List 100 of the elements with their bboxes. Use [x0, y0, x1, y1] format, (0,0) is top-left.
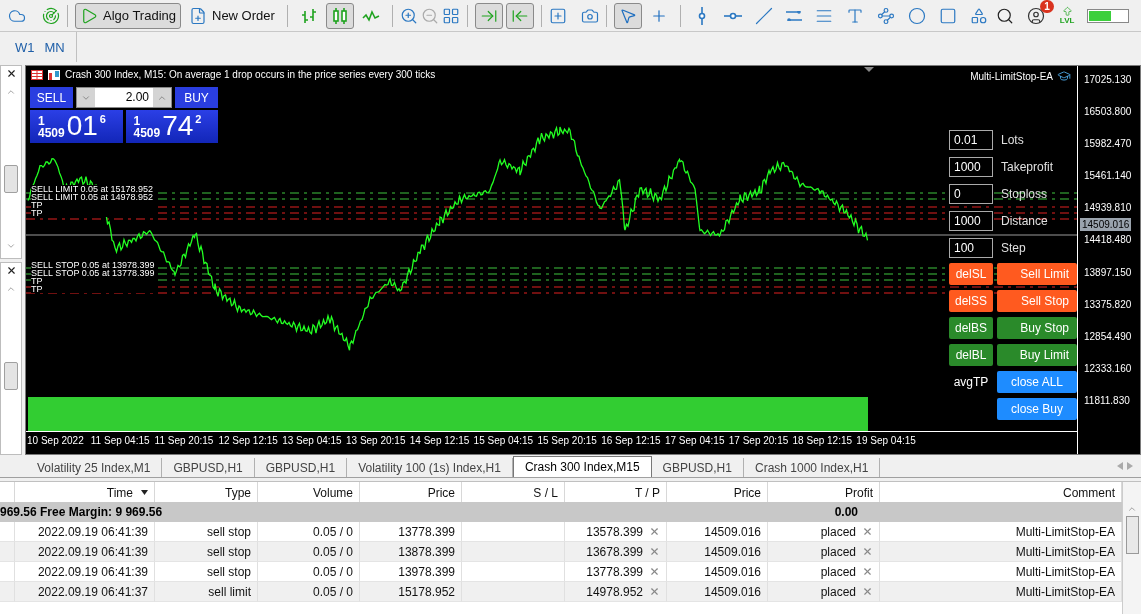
square-plus-icon: [548, 6, 567, 25]
close-icon[interactable]: [649, 546, 660, 557]
chart-tab[interactable]: Volatility 25 Index,M1: [26, 458, 163, 477]
chart-tab[interactable]: GBPUSD,H1: [651, 458, 744, 477]
time-axis-label: 19 Sep 04:15: [856, 434, 917, 448]
table-cell: 15178.952: [360, 582, 462, 602]
cursor-tool-button[interactable]: [613, 2, 642, 29]
price-axis-label: 16503.800: [1083, 106, 1133, 119]
close-icon[interactable]: [862, 526, 873, 537]
algo-trading-button[interactable]: Algo Trading: [75, 2, 181, 29]
ea-input-field[interactable]: 0: [949, 184, 993, 204]
time-axis-label: 18 Sep 12:15: [792, 434, 854, 448]
price-axis-label: 13375.820: [1083, 298, 1133, 311]
chart-type-button[interactable]: [325, 2, 354, 29]
new-order-button[interactable]: New Order: [184, 2, 280, 29]
price-prefix: 4509: [133, 127, 161, 139]
ea-action-button[interactable]: Buy Limit: [997, 344, 1077, 366]
time-axis-label: 13 Sep 20:15: [346, 434, 407, 448]
ea-input-field[interactable]: 100: [949, 238, 993, 258]
table-cell: 14509.016: [667, 542, 768, 562]
zoom-out-icon: [420, 6, 439, 25]
close-icon[interactable]: [862, 566, 873, 577]
table-cell: 13778.399: [586, 564, 643, 579]
table-cell: sell stop: [155, 522, 258, 542]
parallel-lines-icon: [785, 10, 802, 21]
timeframe-button[interactable]: MN: [41, 37, 68, 57]
price-point-digit: 6: [99, 113, 106, 125]
chart-tab[interactable]: GBPUSD,H1: [162, 458, 255, 477]
table-cell: [0, 542, 15, 562]
price-axis-label: 15461.140: [1083, 170, 1133, 183]
price-digits: 01: [66, 110, 98, 142]
search-icon: [995, 6, 1014, 25]
time-axis-label: 16 Sep 12:15: [601, 434, 662, 448]
auto-scroll-button[interactable]: [474, 2, 503, 29]
grid-icon: [441, 6, 460, 25]
time-axis-label: 13 Sep 04:15: [282, 434, 343, 448]
price-axis-label: 11811.830: [1083, 394, 1131, 407]
table-cell: 0.05 / 0: [258, 542, 360, 562]
table-cell: [0, 522, 15, 542]
scroll-thumb[interactable]: [1125, 516, 1139, 554]
ea-field-label: Stoploss: [1001, 187, 1048, 201]
time-axis-label: 14 Sep 12:15: [409, 434, 471, 448]
zoom-in-icon: [399, 6, 418, 25]
price-axis-label: 12854.490: [1083, 330, 1133, 343]
timeframe-button[interactable]: W1: [12, 37, 38, 57]
order-label: TP: [31, 277, 155, 285]
scroll-up-icon: [1127, 504, 1137, 514]
close-icon[interactable]: [649, 566, 660, 577]
delete-orders-button[interactable]: delBS: [949, 317, 993, 339]
close-icon[interactable]: [862, 546, 873, 557]
delete-orders-button[interactable]: delBL: [949, 344, 993, 366]
chart-tab[interactable]: Crash 300 Index,M15: [512, 456, 652, 477]
chart-tab[interactable]: Crash 1000 Index,H1: [743, 458, 881, 477]
camera-icon: [580, 6, 599, 25]
expert-name: Multi-LimitStop-EA: [970, 70, 1053, 82]
chart-tab[interactable]: Volatility 100 (1s) Index,H1: [347, 458, 513, 477]
close-icon[interactable]: [649, 526, 660, 537]
chart-shift-button[interactable]: [505, 2, 534, 29]
table-cell: 0.05 / 0: [258, 522, 360, 542]
price-point-digit: 2: [195, 113, 202, 125]
price-axis-label: 13897.150: [1083, 266, 1133, 279]
scroll-left-icon[interactable]: [1117, 462, 1123, 470]
order-label: TP: [31, 201, 154, 209]
scroll-down-icon: [6, 241, 16, 251]
arrow-up-icon: [1061, 6, 1073, 17]
table-cell: [0, 582, 15, 602]
close-icon[interactable]: [862, 586, 873, 597]
cursor-icon: [618, 6, 637, 25]
time-axis-label: 15 Sep 20:15: [537, 434, 598, 448]
price-axis-label: 12333.160: [1083, 362, 1133, 375]
close-icon[interactable]: [649, 586, 660, 597]
table-cell: 13778.399: [360, 522, 462, 542]
shapes-icon: [969, 6, 988, 25]
table-cell: 2022.09.19 06:41:39: [15, 562, 155, 582]
radar-icon: [42, 6, 60, 25]
table-cell: sell stop: [155, 562, 258, 582]
buy-button[interactable]: BUY: [175, 87, 218, 108]
ea-input-field[interactable]: 1000: [949, 157, 993, 177]
ea-input-field[interactable]: 1000: [949, 211, 993, 231]
ea-action-button[interactable]: Buy Stop: [997, 317, 1077, 339]
ea-field-label: Step: [1001, 241, 1026, 255]
time-axis-label: 15 Sep 04:15: [473, 434, 535, 448]
sell-button[interactable]: SELL: [30, 87, 73, 108]
chart-tab[interactable]: GBPUSD,H1: [254, 458, 348, 477]
order-label: SELL LIMIT 0.05 at 15178.952: [31, 185, 154, 193]
table-cell: placed: [820, 564, 856, 579]
ea-input-field[interactable]: 0.01: [949, 130, 993, 150]
table-cell: 2022.09.19 06:41:37: [15, 582, 155, 602]
scroll-thumb[interactable]: [4, 165, 18, 193]
order-label: SELL LIMIT 0.05 at 14978.952: [31, 193, 154, 201]
table-cell: Multi-LimitStop-EA: [880, 542, 1122, 562]
table-cell: 13578.399: [586, 524, 643, 539]
play-icon: [80, 6, 98, 25]
scroll-right-icon[interactable]: [1127, 462, 1133, 470]
scroll-thumb[interactable]: [4, 361, 18, 390]
price-axis-label: 14418.480: [1083, 234, 1133, 247]
account-summary: 969.56 Free Margin: 9 969.56: [0, 502, 768, 522]
time-axis-label: 11 Sep 20:15: [154, 434, 215, 448]
bar-chart-icon: [299, 6, 318, 25]
time-axis-label: 17 Sep 04:15: [664, 434, 726, 448]
